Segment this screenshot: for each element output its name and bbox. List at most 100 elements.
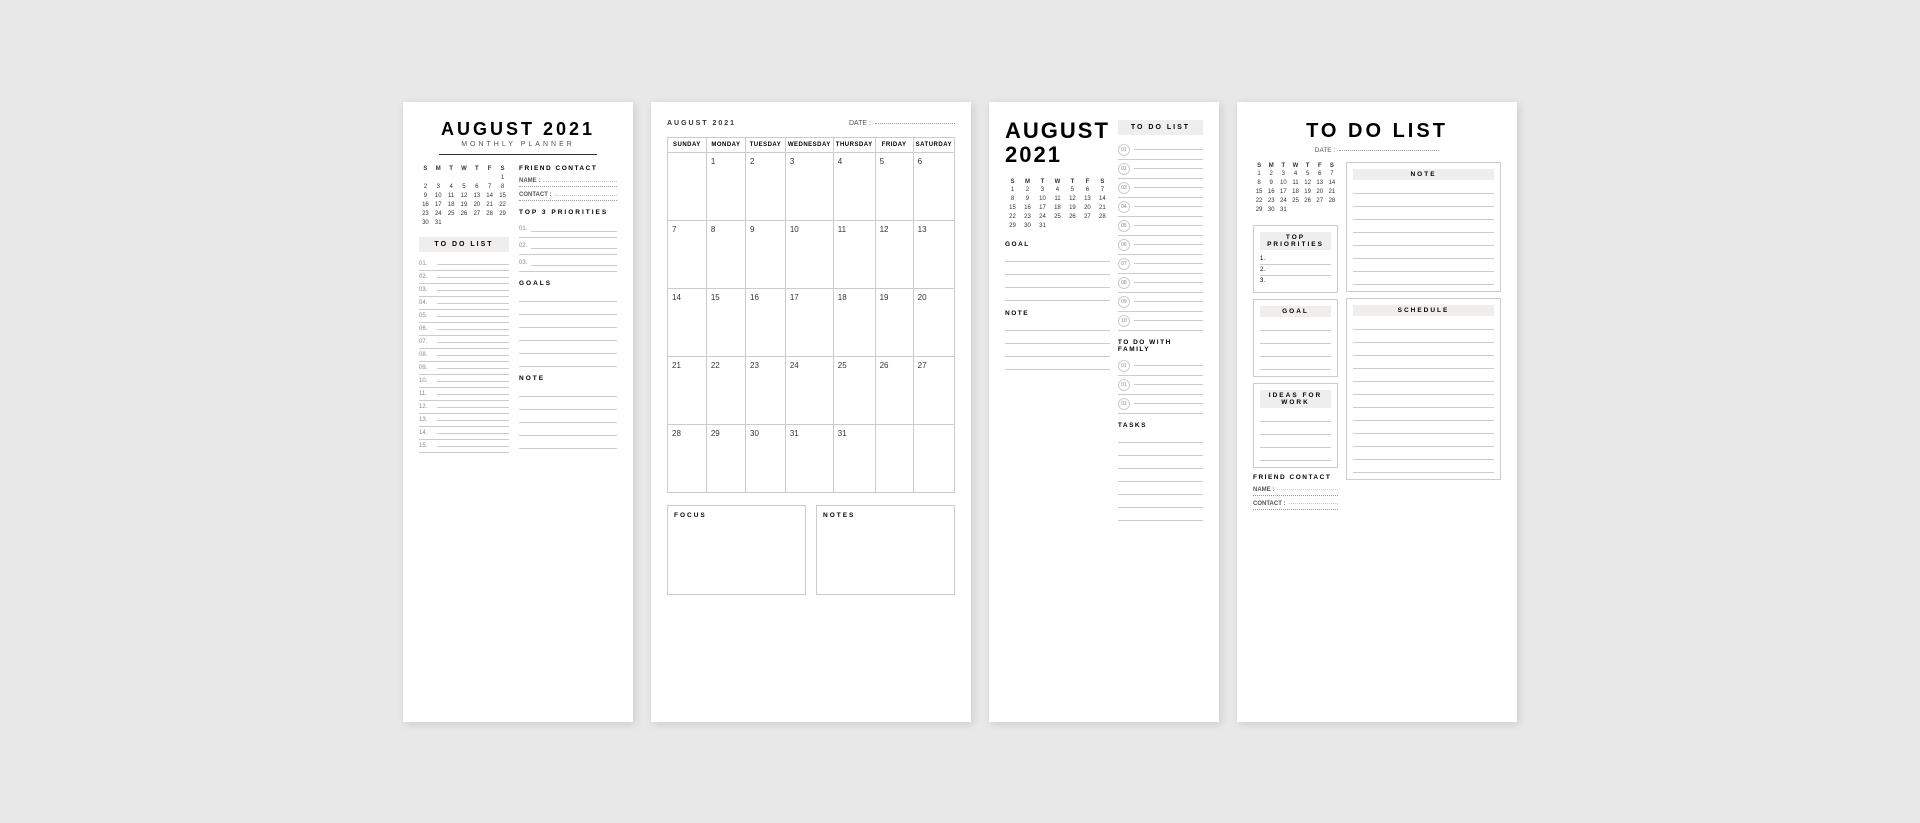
tasks-box[interactable] <box>1118 433 1203 521</box>
notes-box[interactable]: NOTES <box>816 505 955 595</box>
page4-left: S M T W T F S 1 2 3 <box>1253 162 1338 513</box>
list-item[interactable]: 02 <box>1118 160 1203 179</box>
list-item[interactable]: 04. <box>419 297 509 310</box>
cal-cell[interactable] <box>668 152 707 220</box>
goals-box[interactable] <box>519 292 617 367</box>
note-box3[interactable] <box>1005 321 1110 371</box>
cal-cell[interactable]: 19 <box>875 288 913 356</box>
name-field[interactable]: NAME : <box>519 176 617 187</box>
contact-field[interactable]: CONTACT : <box>519 190 617 201</box>
cal-cell[interactable]: 13 <box>913 220 954 288</box>
priority-3[interactable]: 3. <box>1260 276 1331 286</box>
cal-cell[interactable]: 1 <box>706 152 745 220</box>
cal-cell[interactable]: 31 <box>785 424 833 492</box>
cal-cell[interactable]: 20 <box>913 288 954 356</box>
list-item[interactable]: 09. <box>419 362 509 375</box>
cal-cell[interactable] <box>875 424 913 492</box>
list-item[interactable]: 13. <box>419 414 509 427</box>
cal-cell[interactable]: 25 <box>833 356 875 424</box>
cal-cell[interactable]: 15 <box>706 288 745 356</box>
cal-cell: 12 <box>458 191 471 200</box>
page1-layout: S M T W T F S <box>419 165 617 453</box>
list-item[interactable]: 01. <box>419 258 509 271</box>
list-item[interactable]: 01 <box>1118 357 1203 376</box>
cal-cell: 30 <box>419 218 432 227</box>
priority-2[interactable]: 2. <box>1260 265 1331 276</box>
cal-cell[interactable]: 5 <box>875 152 913 220</box>
date-dots[interactable] <box>1339 150 1439 151</box>
goal-lines[interactable] <box>1260 321 1331 370</box>
list-item[interactable]: 12. <box>419 401 509 414</box>
list-item[interactable]: 06. <box>419 323 509 336</box>
priority-1[interactable]: 1. <box>1260 254 1331 265</box>
note-lines4[interactable] <box>1353 184 1494 285</box>
schedule-lines[interactable] <box>1353 320 1494 473</box>
cal-cell[interactable]: 24 <box>785 356 833 424</box>
list-item[interactable]: 09 <box>1118 293 1203 312</box>
ideas-lines[interactable] <box>1260 412 1331 461</box>
cal-cell[interactable]: 28 <box>668 424 707 492</box>
cal-cell[interactable]: 30 <box>746 424 786 492</box>
list-item[interactable]: 14. <box>419 427 509 440</box>
cal-cell[interactable]: 27 <box>913 356 954 424</box>
list-item[interactable]: 07 <box>1118 255 1203 274</box>
list-item[interactable]: 15. <box>419 440 509 453</box>
cal-cell[interactable]: 17 <box>785 288 833 356</box>
cal-day-w1: W <box>458 165 471 173</box>
page2-month-label: AUGUST 2021 <box>667 120 736 127</box>
cal-cell: 10 <box>1035 195 1050 204</box>
list-item[interactable]: 04 <box>1118 198 1203 217</box>
list-item[interactable]: 11. <box>419 388 509 401</box>
note-box[interactable] <box>519 387 617 449</box>
cal-cell[interactable]: 29 <box>706 424 745 492</box>
cal-cell[interactable]: 11 <box>833 220 875 288</box>
cal-cell[interactable]: 23 <box>746 356 786 424</box>
list-item[interactable]: 08 <box>1118 274 1203 293</box>
list-item[interactable]: 01 <box>1118 395 1203 414</box>
cal-cell[interactable]: 22 <box>706 356 745 424</box>
cal-cell[interactable]: 2 <box>746 152 786 220</box>
cal-cell[interactable]: 3 <box>785 152 833 220</box>
list-item[interactable]: 05. <box>419 310 509 323</box>
list-item[interactable]: 10. <box>419 375 509 388</box>
list-item[interactable]: 07. <box>419 336 509 349</box>
list-item[interactable]: 02. <box>419 271 509 284</box>
list-item[interactable]: 03 <box>1118 179 1203 198</box>
list-item[interactable]: 10 <box>1118 312 1203 331</box>
cal-cell[interactable]: 10 <box>785 220 833 288</box>
cal-cell[interactable] <box>913 424 954 492</box>
cal-cell[interactable]: 12 <box>875 220 913 288</box>
cal-cell[interactable]: 4 <box>833 152 875 220</box>
cal-cell[interactable]: 31 <box>833 424 875 492</box>
ideas-box: IDEAS FOR WORK <box>1253 383 1338 468</box>
cal-cell: 28 <box>1095 213 1110 222</box>
focus-box[interactable]: FOCUS <box>667 505 806 595</box>
list-item[interactable]: 01 <box>1118 376 1203 395</box>
cal-cell[interactable]: 14 <box>668 288 707 356</box>
cal-cell[interactable]: 26 <box>875 356 913 424</box>
list-item[interactable]: 05 <box>1118 217 1203 236</box>
priority-item[interactable]: 01. <box>519 221 617 238</box>
page1-right: FRIEND CONTACT NAME : CONTACT : TOP 3 PR… <box>519 165 617 453</box>
name-field4[interactable]: NAME : <box>1253 485 1338 496</box>
cal-cell: 5 <box>458 182 471 191</box>
cal-cell: 1 <box>1253 170 1265 179</box>
cal-cell[interactable]: 6 <box>913 152 954 220</box>
list-item[interactable]: 03. <box>419 284 509 297</box>
cal-cell[interactable]: 16 <box>746 288 786 356</box>
cal-cell[interactable]: 18 <box>833 288 875 356</box>
date-dots[interactable] <box>875 123 955 124</box>
goals-label: GOALS <box>519 280 617 287</box>
goal-box[interactable] <box>1005 252 1110 302</box>
priority-item[interactable]: 03. <box>519 255 617 272</box>
cal-cell[interactable]: 8 <box>706 220 745 288</box>
cal-cell[interactable]: 7 <box>668 220 707 288</box>
priority-item[interactable]: 02. <box>519 238 617 255</box>
cal-cell[interactable]: 21 <box>668 356 707 424</box>
list-item[interactable]: 06 <box>1118 236 1203 255</box>
contact-field4[interactable]: CONTACT : <box>1253 499 1338 510</box>
list-item[interactable]: 01 <box>1118 141 1203 160</box>
schedule-box: SCHEDULE <box>1346 298 1501 480</box>
cal-cell[interactable]: 9 <box>746 220 786 288</box>
list-item[interactable]: 08. <box>419 349 509 362</box>
